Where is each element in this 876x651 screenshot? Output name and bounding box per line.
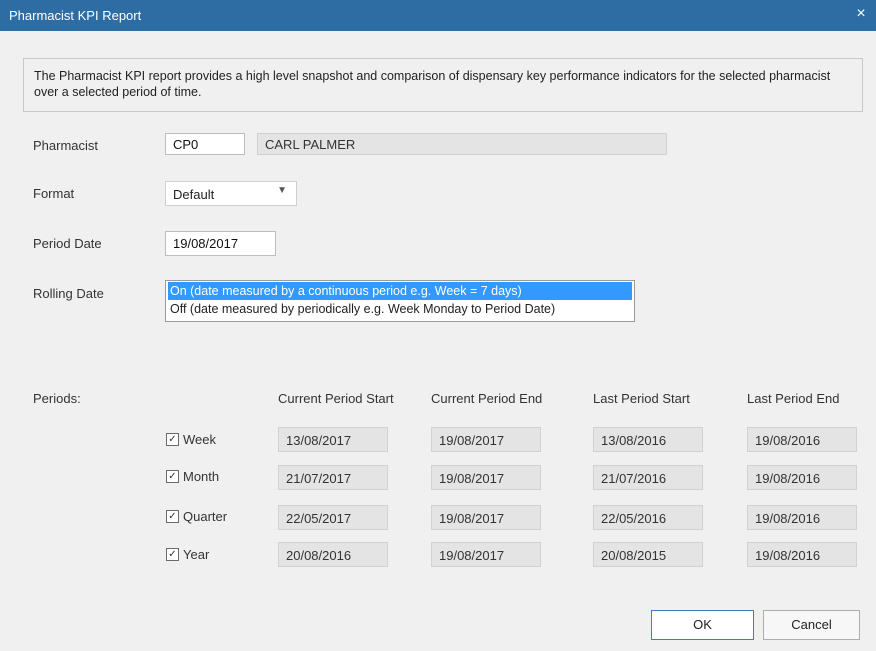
year-checkbox[interactable]: ✓ Year xyxy=(166,547,209,562)
year-current-start: 20/08/2016 xyxy=(278,542,388,567)
column-header-current-period-end: Current Period End xyxy=(431,391,543,406)
cancel-button[interactable]: Cancel xyxy=(763,610,860,640)
format-label: Format xyxy=(33,186,75,201)
column-header-last-period-start: Last Period Start xyxy=(593,391,690,406)
year-last-start: 20/08/2015 xyxy=(593,542,703,567)
rolling-date-option-on[interactable]: On (date measured by a continuous period… xyxy=(168,282,632,300)
quarter-current-start: 22/05/2017 xyxy=(278,505,388,530)
quarter-last-end: 19/08/2016 xyxy=(747,505,857,530)
checkmark-icon: ✓ xyxy=(166,548,179,561)
week-last-start: 13/08/2016 xyxy=(593,427,703,452)
month-last-end: 19/08/2016 xyxy=(747,465,857,490)
checkmark-icon: ✓ xyxy=(166,510,179,523)
month-current-end: 19/08/2017 xyxy=(431,465,541,490)
week-current-start: 13/08/2017 xyxy=(278,427,388,452)
year-current-end: 19/08/2017 xyxy=(431,542,541,567)
month-last-start: 21/07/2016 xyxy=(593,465,703,490)
title-bar: Pharmacist KPI Report × xyxy=(0,0,876,31)
column-header-current-period-start: Current Period Start xyxy=(278,391,394,406)
period-date-label: Period Date xyxy=(33,236,102,251)
week-checkbox[interactable]: ✓ Week xyxy=(166,432,216,447)
rolling-date-listbox[interactable]: On (date measured by a continuous period… xyxy=(165,280,635,322)
chevron-down-icon: ▼ xyxy=(277,185,287,196)
month-checkbox[interactable]: ✓ Month xyxy=(166,469,219,484)
window-title: Pharmacist KPI Report xyxy=(9,8,142,23)
week-current-end: 19/08/2017 xyxy=(431,427,541,452)
quarter-last-start: 22/05/2016 xyxy=(593,505,703,530)
periods-label: Periods: xyxy=(33,391,81,406)
week-label: Week xyxy=(183,432,216,447)
format-dropdown[interactable]: Default ▼ xyxy=(165,181,297,206)
rolling-date-option-off[interactable]: Off (date measured by periodically e.g. … xyxy=(168,300,632,318)
pharmacist-name-field: CARL PALMER xyxy=(257,133,667,155)
column-header-last-period-end: Last Period End xyxy=(747,391,840,406)
close-icon[interactable]: × xyxy=(852,5,870,23)
month-label: Month xyxy=(183,469,220,484)
rolling-date-label: Rolling Date xyxy=(33,286,104,301)
quarter-current-end: 19/08/2017 xyxy=(431,505,541,530)
period-date-input[interactable]: 19/08/2017 xyxy=(165,231,276,256)
month-current-start: 21/07/2017 xyxy=(278,465,388,490)
report-description: The Pharmacist KPI report provides a hig… xyxy=(23,58,863,112)
quarter-label: Quarter xyxy=(183,509,228,524)
year-label: Year xyxy=(183,547,210,562)
year-last-end: 19/08/2016 xyxy=(747,542,857,567)
quarter-checkbox[interactable]: ✓ Quarter xyxy=(166,509,227,524)
week-last-end: 19/08/2016 xyxy=(747,427,857,452)
checkmark-icon: ✓ xyxy=(166,433,179,446)
checkmark-icon: ✓ xyxy=(166,470,179,483)
pharmacist-label: Pharmacist xyxy=(33,138,99,153)
ok-button[interactable]: OK xyxy=(651,610,754,640)
pharmacist-code-input[interactable]: CP0 xyxy=(165,133,245,155)
format-value: Default xyxy=(173,187,215,202)
